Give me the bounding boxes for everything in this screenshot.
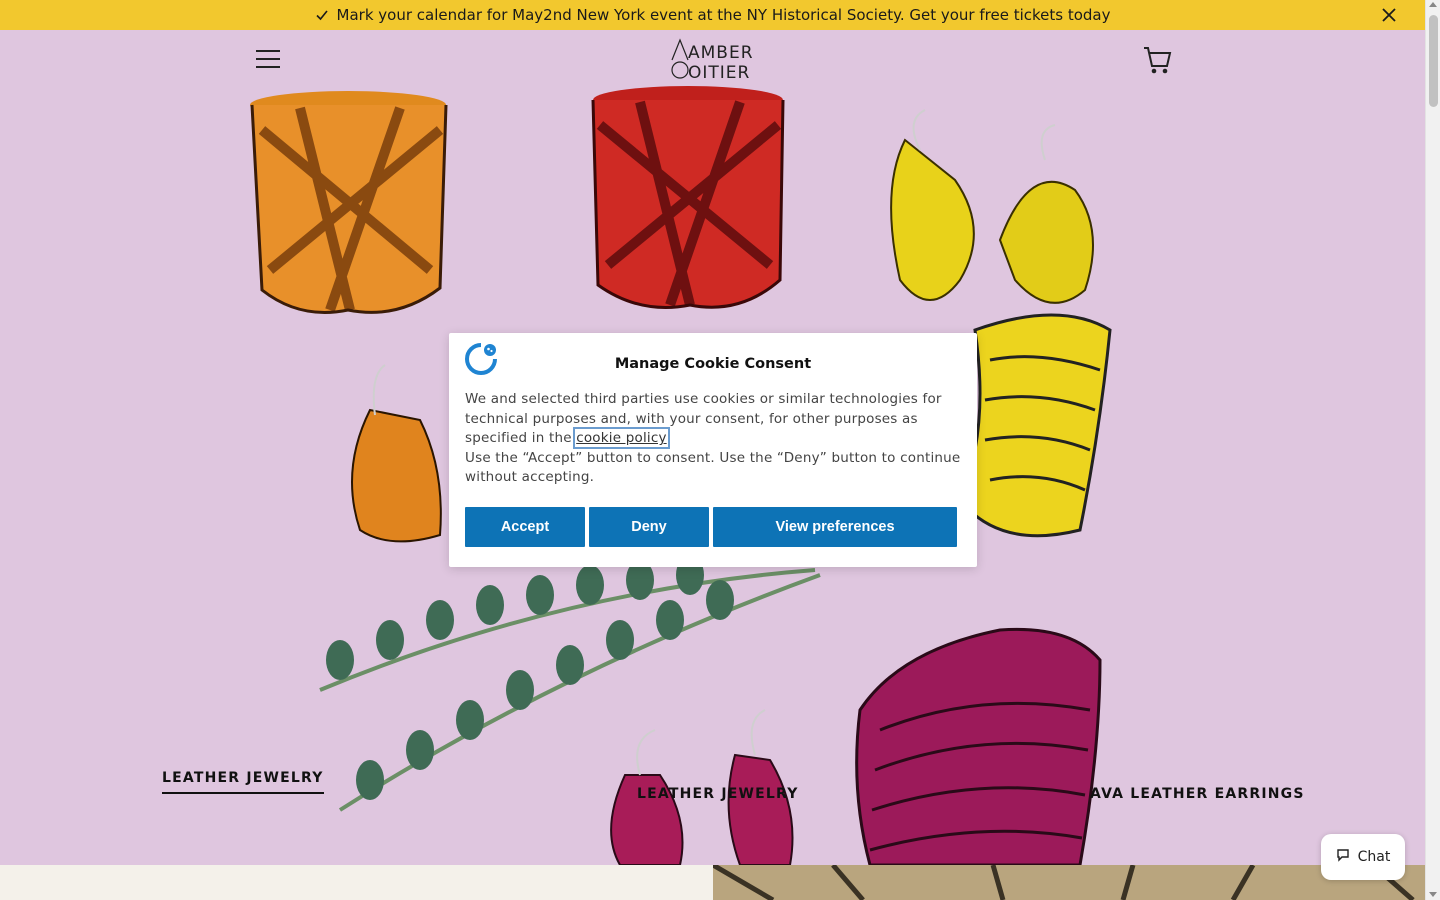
scrollbar-thumb[interactable] — [1429, 15, 1438, 107]
hamburger-menu-icon[interactable] — [255, 48, 281, 70]
scroll-down-icon[interactable] — [1429, 892, 1437, 897]
chat-bubble-icon — [1336, 848, 1350, 866]
slideshow-navigation: LEATHER JEWELRY LEATHER JEWELRY AVA LEAT… — [0, 760, 1425, 810]
deny-button[interactable]: Deny — [589, 507, 709, 547]
chat-button[interactable]: Chat — [1321, 834, 1405, 880]
cookie-dialog-body: We and selected third parties use cookie… — [465, 390, 965, 488]
site-header: AMBER OITIER — [0, 30, 1425, 90]
view-preferences-button[interactable]: View preferences — [713, 507, 957, 547]
slide-link-2[interactable]: LEATHER JEWELRY — [637, 786, 799, 802]
announcement-bar[interactable]: Mark your calendar for May2nd New York e… — [0, 0, 1425, 30]
chat-label: Chat — [1357, 849, 1391, 865]
cookie-body-text-1: We and selected third parties use cookie… — [465, 391, 942, 447]
checkmark-icon — [315, 8, 329, 22]
next-section-left — [0, 865, 713, 900]
cookie-dialog-title: Manage Cookie Consent — [614, 356, 812, 372]
cart-icon[interactable] — [1142, 44, 1172, 76]
cookie-consent-dialog: Manage Cookie Consent We and selected th… — [449, 333, 977, 567]
cookie-policy-link[interactable]: cookie policy — [573, 427, 670, 450]
slide-link-3[interactable]: AVA LEATHER EARRINGS — [1090, 786, 1305, 802]
next-section-image — [713, 865, 1425, 900]
announcement-text[interactable]: Mark your calendar for May2nd New York e… — [337, 6, 1111, 24]
cookie-body-text-2: Use the “Accept” button to consent. Use … — [465, 449, 961, 486]
brand-logo[interactable]: AMBER OITIER — [670, 38, 756, 82]
accept-button[interactable]: Accept — [465, 507, 585, 547]
slide-link-1[interactable]: LEATHER JEWELRY — [162, 770, 324, 794]
logo-line2: OITIER — [688, 63, 750, 82]
page-scrollbar[interactable] — [1425, 0, 1440, 900]
logo-line1: AMBER — [688, 43, 754, 63]
scroll-up-icon[interactable] — [1429, 2, 1437, 7]
close-icon[interactable] — [1379, 5, 1399, 25]
